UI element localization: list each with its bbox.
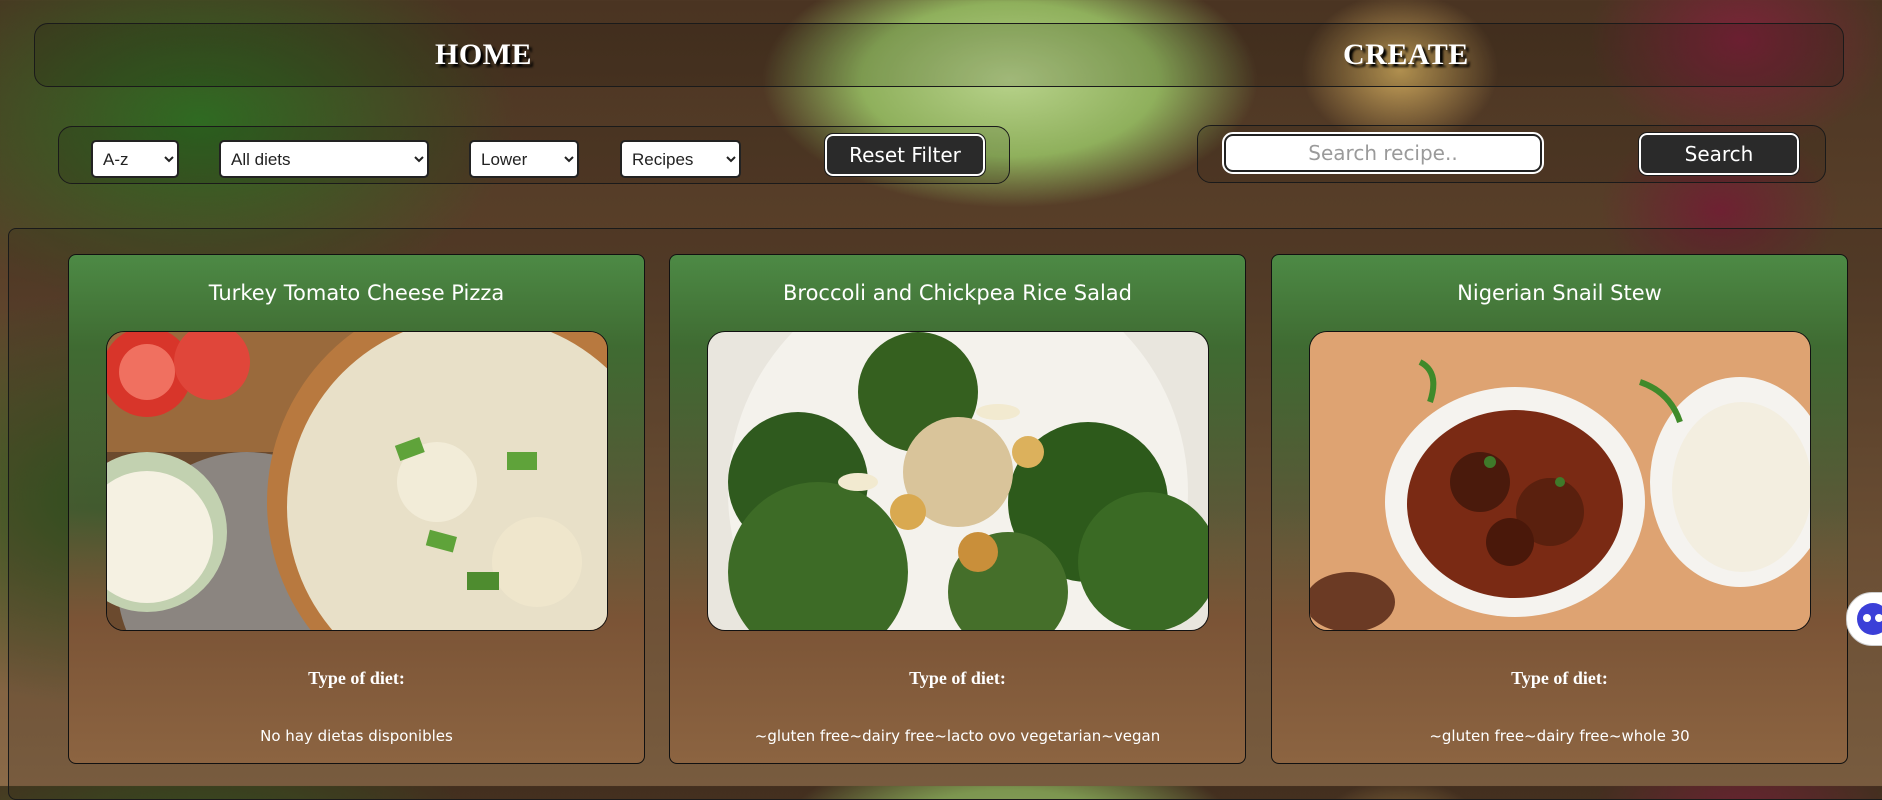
pizza-image [107,332,607,630]
diet-type-label: Type of diet: [1511,668,1608,688]
recipe-image [707,331,1209,631]
diet-list: ~gluten free~dairy free~whole 30 [1429,727,1690,745]
recipe-image [1309,331,1811,631]
search-input[interactable] [1222,132,1544,174]
reset-filter-button[interactable]: Reset Filter [824,133,986,177]
recipe-title: Broccoli and Chickpea Rice Salad [782,281,1132,305]
search-bar: Search [1197,125,1826,183]
diet-type-label: Type of diet: [909,668,1006,688]
stew-image [1310,332,1810,630]
diet-list: ~gluten free~dairy free~lacto ovo vegeta… [754,727,1161,745]
recipe-card[interactable]: Turkey Tomato Cheese Pizza Type of diet:… [68,254,645,764]
nav-create-link[interactable]: CREATE [1343,38,1469,72]
filter-bar: A-z All diets Lower Recipes Reset Filter [58,126,1010,184]
recipe-card[interactable]: Nigerian Snail Stew Type of diet: ~glute… [1271,254,1848,764]
recipe-title: Nigerian Snail Stew [1457,281,1662,305]
diet-type-label: Type of diet: [308,668,405,688]
diet-select[interactable]: All diets [219,140,429,178]
recipe-card[interactable]: Broccoli and Chickpea Rice Salad Type of… [669,254,1246,764]
source-select[interactable]: Recipes [620,140,741,178]
assistant-icon [1857,603,1882,635]
order-select[interactable]: A-z [91,140,179,178]
search-button[interactable]: Search [1638,132,1800,176]
top-nav-bar: HOME CREATE [34,23,1844,87]
score-select[interactable]: Lower [469,140,579,178]
salad-image [708,332,1208,630]
recipe-image [106,331,608,631]
recipe-title: Turkey Tomato Cheese Pizza [208,281,505,305]
diet-list: No hay dietas disponibles [260,727,453,745]
nav-home-link[interactable]: HOME [435,38,532,72]
